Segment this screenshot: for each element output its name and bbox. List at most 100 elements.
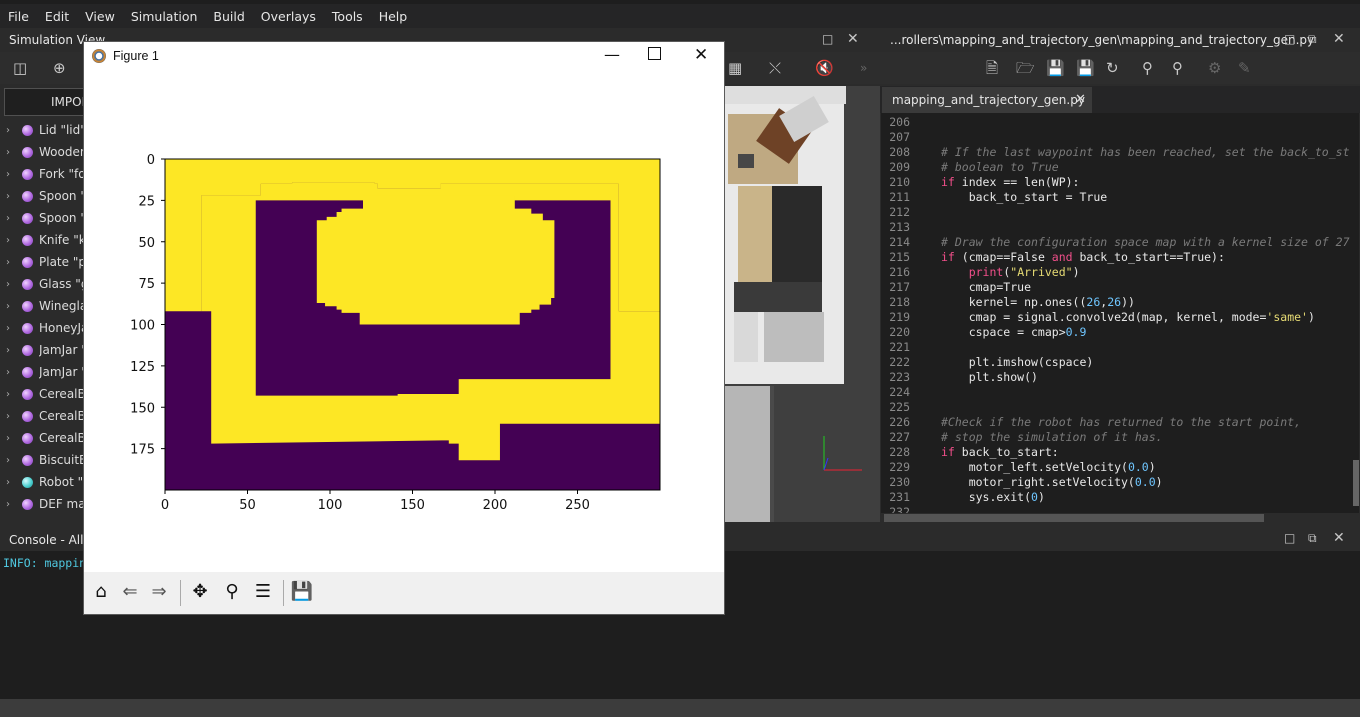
expand-icon[interactable]: ›	[0, 301, 16, 312]
close-icon[interactable]: ✕	[847, 30, 859, 48]
code-line: 218 kernel= np.ones((26,26))	[881, 295, 1359, 310]
undock-icon[interactable]: □	[822, 30, 833, 48]
expand-icon[interactable]: ›	[0, 433, 16, 444]
build-icon[interactable]: ⚙	[1208, 59, 1221, 77]
clean-icon[interactable]: ✎	[1238, 59, 1251, 77]
scene-tree-item[interactable]: › Spoon "	[0, 185, 84, 207]
movie-icon[interactable]: ▦	[728, 59, 742, 77]
undock-icon[interactable]: □	[1284, 529, 1295, 547]
restore-icon[interactable]: ⧉	[1308, 30, 1317, 48]
maximize-icon[interactable]	[648, 47, 661, 60]
scene-tree-item[interactable]: › Plate "p	[0, 251, 84, 273]
expand-icon[interactable]: ›	[0, 345, 16, 356]
close-tab-icon[interactable]: ✕	[1075, 92, 1086, 107]
code-editor[interactable]: 206 207 208 # If the last waypoint has been…	[881, 113, 1359, 513]
console-title: Console - All	[9, 533, 84, 547]
scene-tree-item[interactable]: › CerealBo	[0, 427, 84, 449]
line-number: 218	[889, 295, 910, 309]
minimize-icon[interactable]: —	[604, 45, 620, 64]
line-number: 227	[889, 430, 910, 444]
editor-tab[interactable]: mapping_and_trajectory_gen.py ✕	[882, 87, 1092, 113]
scene-tree-item[interactable]: › JamJar "	[0, 339, 84, 361]
expand-icon[interactable]: ›	[0, 477, 16, 488]
save-figure-icon[interactable]: 💾	[288, 578, 316, 606]
code-line: 219 cmap = signal.convolve2d(map, kernel…	[881, 310, 1359, 325]
forward-icon[interactable]: ⇒	[145, 578, 173, 606]
scene-tree-item[interactable]: › Knife "k	[0, 229, 84, 251]
pan-icon[interactable]: ✥	[186, 578, 214, 606]
expand-icon[interactable]: ›	[0, 125, 16, 136]
scene-tree-item[interactable]: › HoneyJa	[0, 317, 84, 339]
scene-tree-item[interactable]: › Wooden	[0, 141, 84, 163]
restore-icon[interactable]: ⧉	[1308, 529, 1317, 547]
line-number: 231	[889, 490, 910, 504]
scene-tree-item[interactable]: › CerealBo	[0, 405, 84, 427]
scene-tree-item[interactable]: › Fork "fo	[0, 163, 84, 185]
revert-icon[interactable]: ↻	[1106, 59, 1119, 77]
close-icon[interactable]: ✕	[694, 45, 708, 65]
code-line: 206	[881, 115, 1359, 130]
node-icon	[22, 388, 33, 400]
back-icon[interactable]: ⇐	[116, 578, 144, 606]
replace-icon[interactable]: ⚲	[1172, 59, 1183, 77]
scene-tree-item[interactable]: › Robot "	[0, 471, 84, 493]
scene-tree-item[interactable]: › Spoon "	[0, 207, 84, 229]
scene-tree-item[interactable]: › DEF mar	[0, 493, 84, 515]
line-number: 225	[889, 400, 910, 414]
scene-tree-item-label: Wooden	[39, 145, 83, 159]
expand-icon[interactable]: ›	[0, 169, 16, 180]
share-icon[interactable]: ⤬	[769, 59, 781, 77]
editor-vertical-scrollbar[interactable]	[1353, 460, 1359, 506]
mute-icon[interactable]: 🔇	[815, 59, 834, 77]
expand-icon[interactable]: ›	[0, 367, 16, 378]
expand-icon[interactable]: ›	[0, 323, 16, 334]
menu-item-simulation[interactable]: Simulation	[123, 9, 206, 24]
expand-icon[interactable]: ›	[0, 257, 16, 268]
node-icon	[22, 146, 33, 158]
zoom-icon[interactable]: ⚲	[218, 578, 246, 606]
undock-icon[interactable]: □	[1284, 30, 1295, 48]
toggle-scene-tree-icon[interactable]: ◫	[13, 59, 27, 77]
menu-item-file[interactable]: File	[0, 9, 37, 24]
menu-item-view[interactable]: View	[77, 9, 123, 24]
menu-item-build[interactable]: Build	[205, 9, 252, 24]
menu-item-overlays[interactable]: Overlays	[253, 9, 324, 24]
configure-subplots-icon[interactable]: ☰	[249, 578, 277, 606]
close-icon[interactable]: ✕	[1333, 30, 1345, 48]
code-text: sys.exit(0)	[941, 490, 1045, 504]
expand-icon[interactable]: ›	[0, 147, 16, 158]
expand-icon[interactable]: ›	[0, 213, 16, 224]
home-icon[interactable]: ⌂	[87, 578, 115, 606]
expand-icon[interactable]: ›	[0, 499, 16, 510]
scene-tree-item[interactable]: › BiscuitB	[0, 449, 84, 471]
new-file-icon[interactable]: 🗎	[986, 59, 998, 77]
line-number: 216	[889, 265, 910, 279]
expand-icon[interactable]: ›	[0, 411, 16, 422]
close-icon[interactable]: ✕	[1333, 529, 1345, 547]
scene-tree-item-label: CerealBo	[39, 431, 83, 445]
expand-icon[interactable]: ›	[0, 191, 16, 202]
editor-horizontal-scrollbar[interactable]	[884, 514, 1264, 522]
save-as-icon[interactable]: 💾	[1076, 59, 1095, 77]
save-icon[interactable]: 💾	[1046, 59, 1065, 77]
expand-icon[interactable]: ›	[0, 279, 16, 290]
find-icon[interactable]: ⚲	[1142, 59, 1153, 77]
menu-item-tools[interactable]: Tools	[324, 9, 371, 24]
add-node-icon[interactable]: ⊕	[53, 59, 66, 77]
expand-icon[interactable]: ›	[0, 455, 16, 466]
3d-viewport[interactable]	[724, 86, 880, 522]
scene-tree-item-label: Fork "fo	[39, 167, 83, 181]
scene-tree-item[interactable]: › Glass "g	[0, 273, 84, 295]
scene-tree-item[interactable]: › Lid "lid"	[0, 119, 84, 141]
menu-item-help[interactable]: Help	[371, 9, 416, 24]
menu-item-edit[interactable]: Edit	[37, 9, 77, 24]
expand-icon[interactable]: ›	[0, 389, 16, 400]
scene-tree-item[interactable]: › Winegla	[0, 295, 84, 317]
node-icon	[22, 124, 33, 136]
scene-tree-item[interactable]: › JamJar "	[0, 361, 84, 383]
open-folder-icon[interactable]: 🗁	[1016, 59, 1035, 77]
line-number: 221	[889, 340, 910, 354]
expand-icon[interactable]: ›	[0, 235, 16, 246]
more-icon[interactable]: »	[860, 59, 867, 77]
scene-tree-item[interactable]: › CerealBo	[0, 383, 84, 405]
